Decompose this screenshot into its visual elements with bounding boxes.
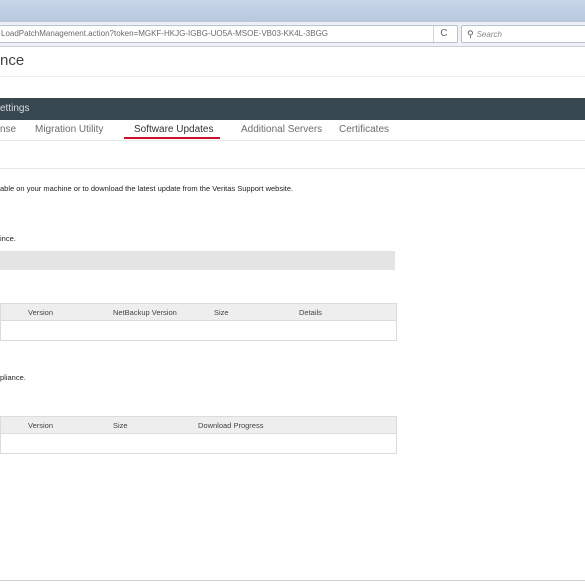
section-note-downloaded: pliance. bbox=[0, 373, 26, 382]
table-header: Version Size Download Progress bbox=[1, 417, 396, 433]
page-description: able on your machine or to download the … bbox=[0, 184, 294, 193]
column-header-download-progress: Download Progress bbox=[198, 421, 264, 430]
status-bar bbox=[0, 251, 395, 270]
browser-title-bar bbox=[0, 0, 585, 22]
settings-header-bar: ettings bbox=[0, 98, 585, 120]
column-header-size: Size bbox=[214, 308, 229, 317]
table-header: Version NetBackup Version Size Details bbox=[1, 304, 396, 320]
divider bbox=[0, 580, 585, 581]
tab-additional-servers[interactable]: Additional Servers bbox=[241, 124, 322, 135]
active-tab-indicator bbox=[124, 137, 220, 139]
tab-bar: nse Migration Utility Software Updates A… bbox=[0, 122, 585, 140]
section-note-available: ince. bbox=[0, 234, 16, 243]
divider bbox=[0, 76, 585, 77]
search-icon: ⚲ bbox=[467, 29, 474, 39]
divider bbox=[0, 168, 585, 169]
tab-certificates[interactable]: Certificates bbox=[339, 124, 389, 135]
tab-license[interactable]: nse bbox=[0, 124, 16, 135]
table-row bbox=[1, 433, 396, 453]
column-header-details: Details bbox=[299, 308, 322, 317]
column-header-version: Version bbox=[28, 308, 54, 317]
browser-search-input[interactable]: ⚲ Search bbox=[461, 25, 585, 43]
page-title: nce bbox=[0, 52, 25, 69]
column-header-netbackup-version: NetBackup Version bbox=[113, 308, 177, 317]
available-updates-table: Version NetBackup Version Size Details bbox=[0, 303, 397, 341]
search-placeholder: Search bbox=[476, 30, 502, 39]
tab-migration-utility[interactable]: Migration Utility bbox=[35, 124, 103, 135]
browser-toolbar: LoadPatchManagement.action?token=MGKF-HK… bbox=[0, 22, 585, 47]
address-bar[interactable]: LoadPatchManagement.action?token=MGKF-HK… bbox=[0, 25, 458, 43]
reload-icon[interactable]: C bbox=[433, 26, 454, 42]
download-progress-table: Version Size Download Progress bbox=[0, 416, 397, 454]
tab-software-updates[interactable]: Software Updates bbox=[134, 124, 214, 135]
divider bbox=[0, 140, 585, 141]
settings-header-label: ettings bbox=[0, 103, 30, 114]
column-header-version: Version bbox=[28, 421, 54, 430]
column-header-size: Size bbox=[113, 421, 128, 430]
table-row bbox=[1, 320, 396, 340]
address-bar-text: LoadPatchManagement.action?token=MGKF-HK… bbox=[1, 29, 329, 38]
